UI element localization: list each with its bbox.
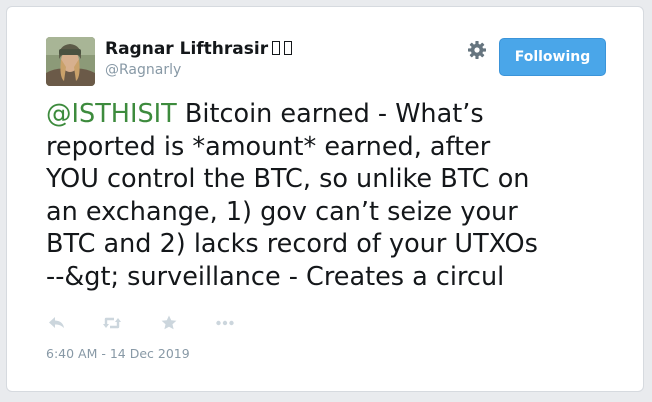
tweet-line: Bitcoin earned - What’s — [176, 99, 484, 129]
user-handle[interactable]: @Ragnarly — [105, 62, 181, 78]
display-name[interactable]: Ragnar Lifthrasir — [105, 39, 293, 59]
tweet-line: --&gt; surveillance - Creates a circul — [46, 261, 505, 292]
mention-link[interactable]: @ISTHISIT — [46, 99, 177, 129]
emoji-placeholder-icon — [284, 41, 293, 55]
gear-icon[interactable] — [467, 40, 487, 60]
more-icon[interactable] — [214, 313, 236, 333]
tweet-line: reported is *amount* earned, after — [46, 131, 491, 162]
reply-icon[interactable] — [46, 313, 68, 333]
like-icon[interactable] — [158, 313, 180, 333]
tweet-card: Ragnar Lifthrasir @Ragnarly Following @I… — [6, 6, 644, 392]
tweet-text: @ISTHISIT Bitcoin earned - What’s reporte… — [46, 98, 626, 293]
avatar[interactable] — [46, 37, 95, 86]
emoji-placeholder-icon — [272, 41, 281, 55]
following-button[interactable]: Following — [499, 38, 606, 76]
tweet-line: an exchange, 1) gov can’t seize your — [46, 196, 518, 227]
retweet-icon[interactable] — [101, 313, 123, 333]
tweet-line: BTC and 2) lacks record of your UTXOs — [46, 229, 538, 259]
tweet-timestamp[interactable]: 6:40 AM - 14 Dec 2019 — [46, 346, 190, 361]
display-name-text: Ragnar Lifthrasir — [105, 39, 269, 59]
tweet-line: YOU control the BTC, so unlike BTC on — [46, 164, 530, 194]
